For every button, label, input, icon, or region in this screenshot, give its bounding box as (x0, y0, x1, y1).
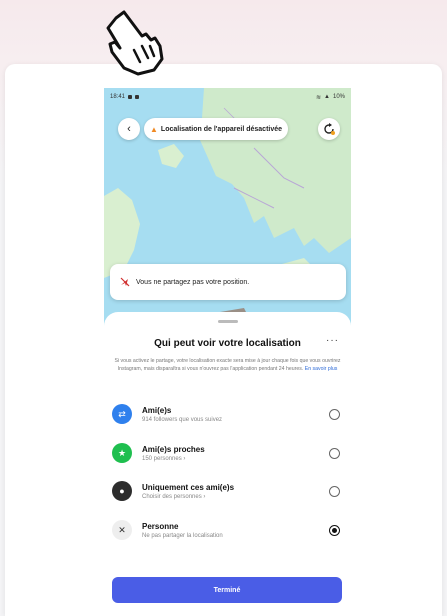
status-bar: 18:41 ≋ ▲ 10% (104, 88, 351, 106)
refresh-icon (324, 123, 335, 135)
option-subtitle: 150 personnes › (142, 455, 186, 462)
option-friends[interactable]: ⇄ Ami(e)s 914 followers que vous suivez (112, 398, 344, 430)
back-button[interactable]: ‹ (118, 118, 140, 140)
option-title: Uniquement ces ami(e)s (142, 482, 235, 492)
done-button[interactable]: Terminé (112, 577, 342, 603)
location-off-banner: Vous ne partagez pas votre position. (110, 264, 346, 300)
option-subtitle: Ne pas partager la localisation (142, 532, 223, 539)
wifi-icon: ≋ (316, 94, 322, 101)
status-time: 18:41 (110, 94, 126, 100)
warning-icon: ▲ (150, 124, 158, 134)
option-only-these-friends[interactable]: ● Uniquement ces ami(e)s Choisir des per… (112, 475, 344, 507)
notification-icon (128, 95, 133, 99)
banner-text: Vous ne partagez pas votre position. (136, 278, 250, 286)
location-off-icon (120, 277, 130, 287)
map-top-bar: ‹ ▲ Localisation de l'appareil désactivé… (118, 118, 340, 140)
hand-pointer-cursor-icon (106, 10, 164, 76)
sheet-title: Qui peut voir votre localisation (154, 338, 301, 349)
option-nobody[interactable]: ✕ Personne Ne pas partager la localisati… (112, 514, 344, 546)
location-status-pill[interactable]: ▲ Localisation de l'appareil désactivée (144, 118, 289, 140)
person-icon: ● (112, 481, 132, 501)
refresh-button[interactable] (318, 118, 340, 140)
radio-close-friends[interactable] (329, 447, 340, 459)
radio-friends[interactable] (329, 408, 340, 420)
battery-level: 10% (332, 94, 345, 100)
option-title: Personne (142, 521, 179, 531)
sheet-grabber[interactable] (218, 320, 238, 323)
option-subtitle: Choisir des personnes › (142, 493, 206, 500)
phone-screen: 18:41 ≋ ▲ 10% ‹ ▲ Localisation de l'appa… (104, 88, 351, 616)
sharing-description: Si vous activez le partage, votre locali… (114, 358, 341, 373)
chevron-left-icon: ‹ (127, 123, 131, 135)
location-status-text: Localisation de l'appareil désactivée (160, 125, 283, 133)
learn-more-link[interactable]: En savoir plus (305, 366, 338, 372)
option-title: Ami(e)s (142, 405, 172, 415)
star-icon: ★ (112, 443, 132, 463)
option-subtitle: 914 followers que vous suivez (142, 416, 223, 423)
option-close-friends[interactable]: ★ Ami(e)s proches 150 personnes › (112, 437, 344, 469)
location-sharing-sheet: Qui peut voir votre localisation ··· Si … (104, 312, 351, 616)
friends-icon: ⇄ (112, 404, 132, 424)
location-off-icon: ✕ (112, 520, 132, 540)
app-notification-icon (135, 95, 140, 99)
radio-nobody[interactable] (329, 524, 340, 536)
more-options-button[interactable]: ··· (326, 335, 339, 346)
option-title: Ami(e)s proches (142, 444, 205, 454)
radio-only-these-friends[interactable] (329, 485, 340, 497)
signal-icon: ▲ (324, 94, 330, 100)
